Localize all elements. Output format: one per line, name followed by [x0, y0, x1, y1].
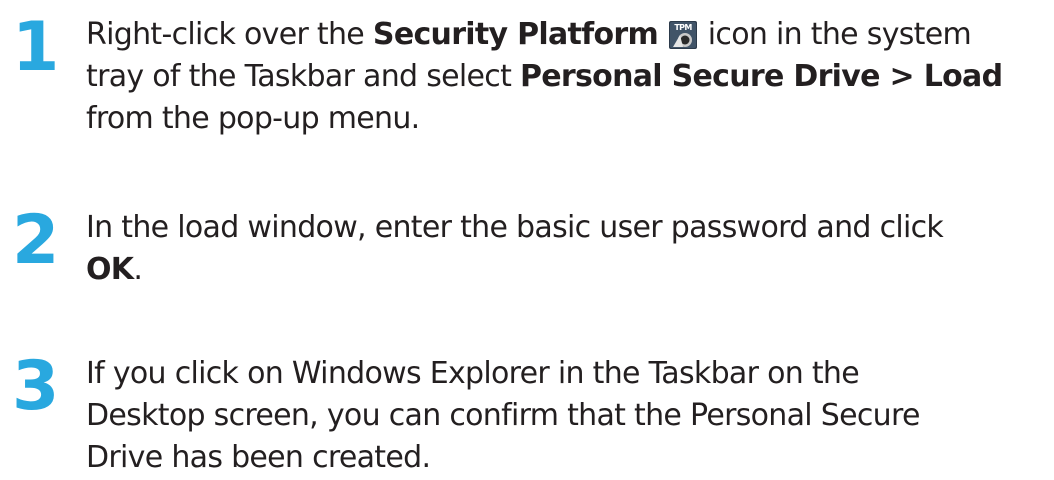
step-number: 2	[12, 201, 60, 280]
emphasis-text: OK	[86, 252, 134, 287]
step-line: from the pop-up menu.	[86, 101, 420, 136]
step-text: In the load window, enter the basic user…	[86, 207, 1052, 291]
step-line: If you click on Windows Explorer in the …	[86, 356, 860, 391]
step-number: 1	[12, 8, 60, 87]
step-line: Right-click over the Security Platform T…	[86, 14, 1052, 56]
step-line: OK.	[86, 249, 1052, 291]
step-line: Drive has been created.	[86, 440, 431, 475]
step-line: In the load window, enter the basic user…	[86, 210, 944, 245]
step-line: tray of the Taskbar and select Personal …	[86, 56, 1052, 98]
tpm-security-platform-icon: TPM	[668, 19, 697, 49]
svg-text:TPM: TPM	[674, 23, 692, 32]
step-line: Desktop screen, you can confirm that the…	[86, 398, 920, 433]
step-text: Right-click over the Security Platform T…	[86, 14, 1052, 140]
step-text: If you click on Windows Explorer in the …	[86, 353, 1052, 479]
step-number: 3	[12, 347, 60, 426]
text-segment: .	[133, 252, 143, 287]
text-segment: Right-click over the	[86, 17, 373, 52]
text-segment: icon in the system	[698, 17, 972, 52]
text-segment: tray of the Taskbar and select	[86, 59, 520, 94]
emphasis-text: Security Platform	[372, 17, 659, 52]
emphasis-text: Personal Secure Drive > Load	[519, 59, 1003, 94]
